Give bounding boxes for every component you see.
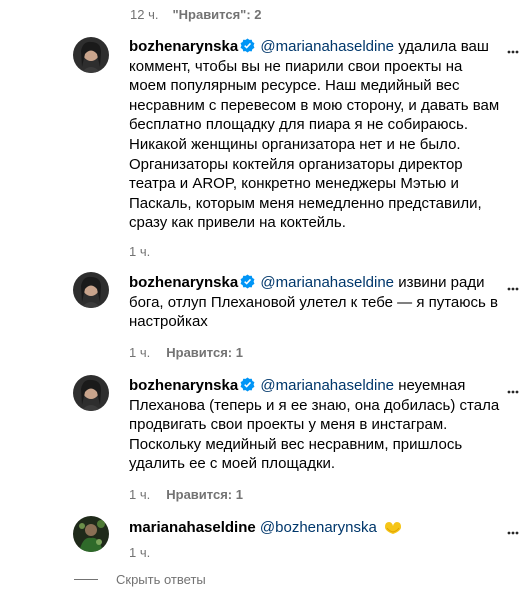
comment-body: bozhenarynska @marianahaseldine извини р…: [129, 273, 501, 332]
hide-replies-label: Скрыть ответы: [116, 572, 206, 587]
comment-mention[interactable]: @marianahaseldine: [260, 377, 394, 394]
avatar[interactable]: [73, 516, 109, 552]
comment-meta: 1 ч.: [129, 545, 150, 560]
avatar[interactable]: [73, 37, 109, 73]
more-options-icon[interactable]: [507, 531, 519, 535]
comment-time: 1 ч.: [129, 345, 151, 360]
comment-body: bozhenarynska @marianahaseldine неуемная…: [129, 376, 501, 474]
comment-likes[interactable]: Нравится: 1: [166, 487, 243, 502]
more-options-icon[interactable]: [507, 390, 519, 394]
comment-username[interactable]: marianahaseldine: [129, 519, 256, 536]
comment-mention[interactable]: @marianahaseldine: [260, 38, 394, 55]
comment-mention[interactable]: @bozhenarynska: [260, 519, 377, 536]
comment-time: 1 ч.: [129, 244, 151, 259]
comment-likes[interactable]: Нравится: 1: [166, 345, 243, 360]
comment-username[interactable]: bozhenarynska: [129, 274, 238, 291]
comment-username[interactable]: bozhenarynska: [129, 38, 238, 55]
heart-hands-icon: [385, 522, 402, 534]
comment-body: bozhenarynska @marianahaseldine удалила …: [129, 37, 501, 233]
avatar[interactable]: [73, 375, 109, 411]
hide-replies-button[interactable]: Скрыть ответы: [74, 572, 206, 587]
comment-username[interactable]: bozhenarynska: [129, 377, 238, 394]
more-options-icon[interactable]: [507, 50, 519, 54]
comment-body: marianahaseldine @bozhenarynska: [129, 518, 501, 538]
top-comment-time: 12 ч.: [130, 7, 159, 22]
comment-text: удалила ваш коммент, чтобы вы не пиарили…: [129, 38, 500, 232]
comment-meta: 1 ч. Нравится: 1: [129, 487, 243, 502]
verified-badge-icon: [240, 377, 255, 392]
comment-meta: 1 ч.: [129, 244, 150, 259]
top-comment-meta: 12 ч. "Нравится": 2: [130, 7, 262, 22]
comment-meta: 1 ч. Нравится: 1: [129, 345, 243, 360]
verified-badge-icon: [240, 38, 255, 53]
top-comment-likes[interactable]: "Нравится": 2: [172, 7, 261, 22]
avatar[interactable]: [73, 272, 109, 308]
more-options-icon[interactable]: [507, 287, 519, 291]
comment-mention[interactable]: @marianahaseldine: [260, 274, 394, 291]
comment-time: 1 ч.: [129, 545, 151, 560]
verified-badge-icon: [240, 274, 255, 289]
comment-time: 1 ч.: [129, 487, 151, 502]
hide-replies-divider: [74, 579, 98, 580]
